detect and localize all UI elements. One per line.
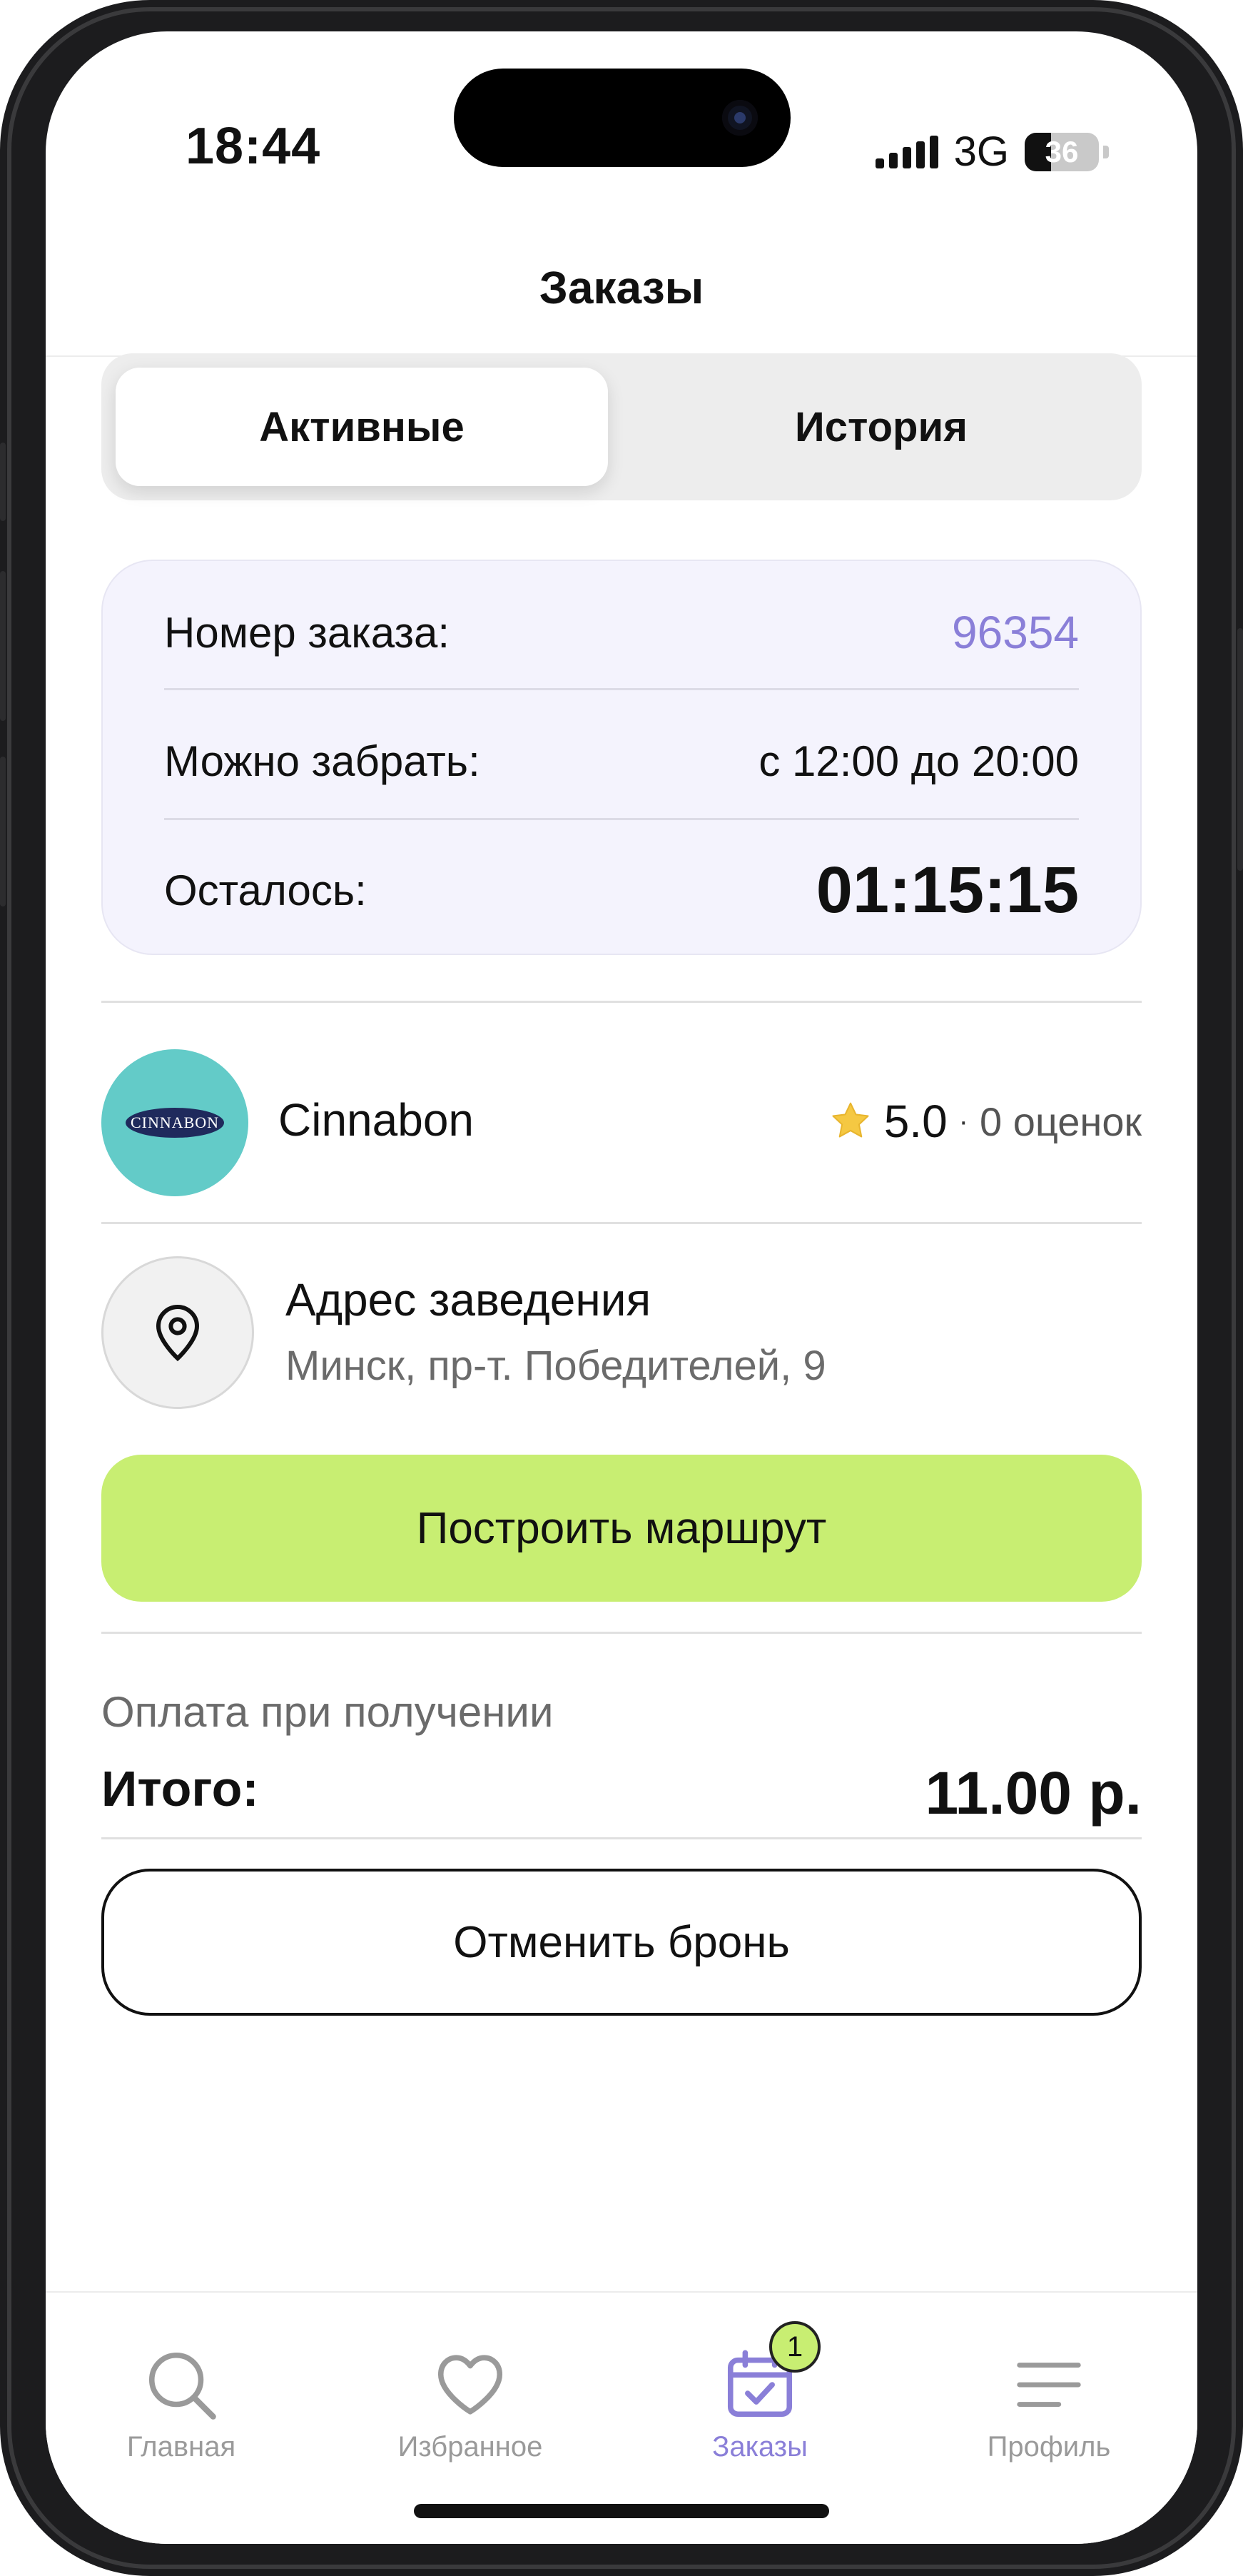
mute-switch <box>0 443 6 521</box>
section-divider <box>101 1837 1142 1839</box>
tabbar-label: Избранное <box>397 2431 543 2463</box>
volume-up-button <box>0 571 6 721</box>
store-logo[interactable]: CINNABON <box>101 1049 248 1196</box>
section-divider <box>101 1222 1142 1224</box>
pickup-time-row: Можно забрать: с 12:00 до 20:00 <box>164 718 1079 804</box>
address-text: Минск, пр-т. Победителей, 9 <box>285 1343 826 1389</box>
tab-bar: Главная Избранное 1 Заказы Профиль <box>46 2291 1197 2544</box>
order-number-row: Номер заказа: 96354 <box>164 590 1079 675</box>
home-indicator[interactable] <box>414 2504 829 2518</box>
remaining-time-row: Осталось: 01:15:15 <box>164 844 1079 936</box>
tabbar-label: Заказы <box>712 2431 808 2463</box>
calendar-check-icon: 1 <box>721 2321 821 2424</box>
segmented-control: Активные История <box>101 353 1142 500</box>
tabbar-label: Главная <box>126 2431 236 2463</box>
order-info-card: Номер заказа: 96354 Можно забрать: с 12:… <box>101 560 1142 955</box>
pickup-time-label: Можно забрать: <box>164 737 480 785</box>
order-number-label: Номер заказа: <box>164 608 450 657</box>
dynamic-island <box>454 69 791 167</box>
orders-badge: 1 <box>769 2321 821 2373</box>
address-pin-button[interactable] <box>101 1256 254 1409</box>
nav-bar: Заказы <box>46 246 1197 357</box>
build-route-button[interactable]: Построить маршрут <box>101 1455 1142 1602</box>
tab-active-orders[interactable]: Активные <box>116 368 608 486</box>
search-icon <box>142 2345 220 2424</box>
pickup-time-value: с 12:00 до 20:00 <box>759 737 1079 785</box>
address-title: Адрес заведения <box>285 1274 651 1325</box>
heart-icon <box>431 2345 509 2424</box>
volume-down-button <box>0 757 6 906</box>
page-title: Заказы <box>539 262 704 313</box>
countdown-timer: 01:15:15 <box>816 853 1079 926</box>
card-divider <box>164 688 1079 690</box>
total-label: Итого: <box>101 1761 259 1817</box>
remaining-time-label: Осталось: <box>164 866 367 914</box>
screen: 18:44 3G 36 Заказы Активные История Номе… <box>46 31 1197 2544</box>
tabbar-item-home[interactable]: Главная <box>74 2345 288 2463</box>
star-icon <box>832 1102 869 1138</box>
battery-icon: 36 <box>1025 132 1099 171</box>
tabbar-label: Профиль <box>987 2431 1111 2463</box>
network-type: 3G <box>953 128 1009 175</box>
store-logo-plate: CINNABON <box>126 1108 224 1138</box>
tabbar-item-favorites[interactable]: Избранное <box>363 2345 577 2463</box>
location-pin-icon <box>156 1305 200 1362</box>
tab-order-history[interactable]: История <box>635 368 1127 486</box>
menu-icon <box>1010 2345 1088 2424</box>
phone-frame: 18:44 3G 36 Заказы Активные История Номе… <box>0 0 1243 2576</box>
payment-note: Оплата при получении <box>101 1688 554 1736</box>
tabbar-item-orders[interactable]: 1 Заказы <box>653 2321 867 2463</box>
tabbar-item-profile[interactable]: Профиль <box>942 2345 1156 2463</box>
camera-icon <box>722 100 758 136</box>
card-divider <box>164 818 1079 820</box>
signal-icon <box>875 135 938 168</box>
store-logo-text: CINNABON <box>130 1113 220 1131</box>
status-indicators: 3G 36 <box>875 128 1109 176</box>
total-value: 11.00 р. <box>925 1759 1142 1827</box>
status-bar: 18:44 3G 36 <box>46 31 1197 246</box>
status-time: 18:44 <box>186 118 321 175</box>
rating-separator: · <box>958 1105 968 1137</box>
section-divider <box>101 1632 1142 1634</box>
store-name[interactable]: Cinnabon <box>278 1093 474 1146</box>
cancel-reservation-button[interactable]: Отменить бронь <box>101 1869 1142 2016</box>
battery-tip <box>1103 145 1109 158</box>
store-rating: 5.0 · 0 оценок <box>828 1095 1142 1148</box>
section-divider <box>101 1001 1142 1003</box>
review-count: 0 оценок <box>979 1098 1142 1144</box>
power-button <box>1237 628 1243 871</box>
battery-level: 36 <box>1045 134 1079 168</box>
rating-score: 5.0 <box>883 1096 948 1147</box>
order-number-value: 96354 <box>952 607 1079 658</box>
